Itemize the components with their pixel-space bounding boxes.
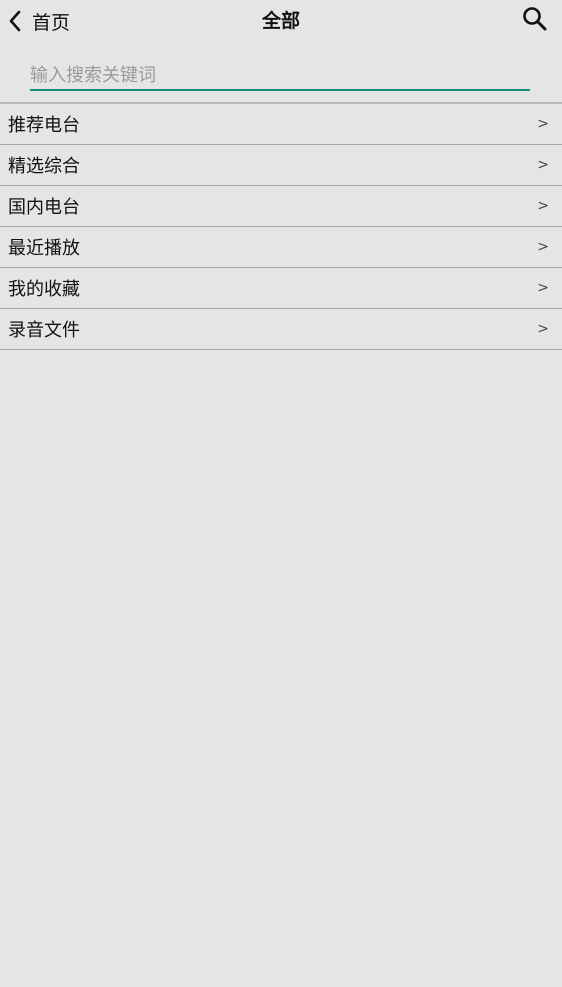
list-item-label: 精选综合 <box>8 156 80 177</box>
list-item[interactable]: 国内电台 > <box>0 186 562 227</box>
list-item[interactable]: 录音文件 > <box>0 309 562 350</box>
list-item-label: 最近播放 <box>8 238 80 259</box>
screen: 首页 全部 推荐电台 > 精选综合 > 国内电台 > <box>0 0 562 987</box>
chevron-right-icon: > <box>537 157 549 173</box>
chevron-right-icon: > <box>537 321 549 337</box>
list-item[interactable]: 最近播放 > <box>0 227 562 268</box>
chevron-right-icon: > <box>537 116 549 132</box>
back-label: 首页 <box>32 11 71 34</box>
search-bar <box>0 42 562 102</box>
chevron-right-icon: > <box>537 239 549 255</box>
search-button[interactable] <box>520 6 550 36</box>
chevron-left-icon <box>6 9 24 33</box>
list-item-label: 录音文件 <box>8 320 80 341</box>
back-button[interactable]: 首页 <box>0 0 70 42</box>
list-item[interactable]: 推荐电台 > <box>0 104 562 145</box>
category-list: 推荐电台 > 精选综合 > 国内电台 > 最近播放 > 我的收藏 > 录音文件 … <box>0 104 562 350</box>
list-item[interactable]: 精选综合 > <box>0 145 562 186</box>
chevron-right-icon: > <box>537 198 549 214</box>
search-input[interactable] <box>30 61 530 91</box>
list-item-label: 我的收藏 <box>8 279 80 300</box>
list-item-label: 推荐电台 <box>8 115 80 136</box>
search-icon <box>522 6 548 36</box>
list-item-label: 国内电台 <box>8 197 80 218</box>
top-bar: 首页 全部 <box>0 0 562 42</box>
chevron-right-icon: > <box>537 280 549 296</box>
page-title: 全部 <box>261 10 300 32</box>
list-item[interactable]: 我的收藏 > <box>0 268 562 309</box>
